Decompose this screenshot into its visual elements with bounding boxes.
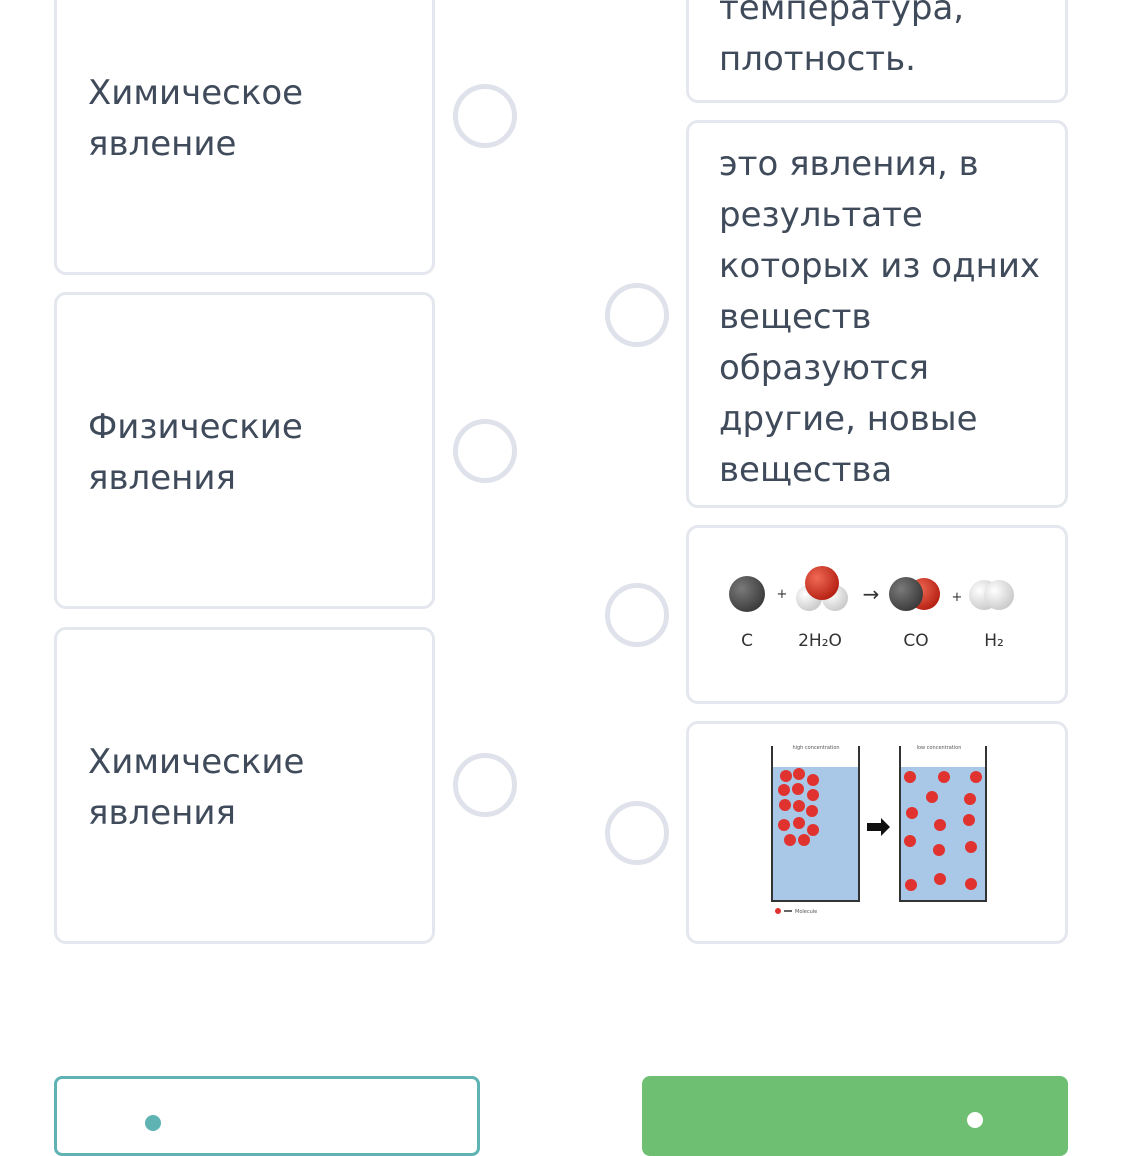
carbon-atom-icon <box>729 576 765 612</box>
match-item-label: Физические явления <box>88 407 303 498</box>
match-item-label: Химическое явление <box>88 73 304 164</box>
match-item-physical-phenomena[interactable]: Физические явления <box>54 292 435 609</box>
match-target-reaction-image[interactable]: + → + C 2H₂O CO H₂ <box>686 525 1068 704</box>
reaction-diagram: + → + C 2H₂O CO H₂ <box>729 566 1014 651</box>
match-target-label: это явления, в результате которых из одн… <box>719 144 1041 490</box>
carbon-atom-icon <box>889 577 923 611</box>
plus-sign-1: + <box>777 587 788 602</box>
match-item-chemical-phenomenon[interactable]: Химическое явление <box>54 0 435 275</box>
label-co: CO <box>903 631 928 651</box>
match-target-diffusion-image[interactable]: high concentration low concentration Mol… <box>686 721 1068 944</box>
match-item-chemical-phenomena[interactable]: Химические явления <box>54 627 435 944</box>
right-radio-1[interactable] <box>605 283 669 347</box>
label-2h2o: 2H₂O <box>798 631 842 651</box>
reaction-arrow: → <box>863 582 880 606</box>
match-item-label: Химические явления <box>88 742 305 833</box>
label-c: C <box>741 631 753 651</box>
left-radio-3[interactable] <box>453 753 517 817</box>
diffusion-diagram: high concentration low concentration Mol… <box>771 745 987 915</box>
left-radio-1[interactable] <box>453 84 517 148</box>
legend-label: Molecule <box>795 909 817 915</box>
primary-action-button[interactable] <box>642 1076 1068 1156</box>
left-radio-2[interactable] <box>453 419 517 483</box>
button-icon <box>967 1112 983 1128</box>
diffusion-arrow-icon <box>867 818 890 836</box>
left-beaker-caption: high concentration <box>792 745 839 751</box>
match-target-definition[interactable]: это явления, в результате которых из одн… <box>686 120 1068 508</box>
legend-molecule-icon <box>775 908 781 914</box>
right-radio-2[interactable] <box>605 583 669 647</box>
button-icon <box>145 1115 161 1131</box>
label-h2: H₂ <box>984 631 1004 651</box>
secondary-action-button[interactable] <box>54 1076 480 1156</box>
plus-sign-2: + <box>952 590 963 605</box>
right-beaker-caption: low concentration <box>917 745 962 751</box>
right-radio-3[interactable] <box>605 801 669 865</box>
oxygen-atom-icon <box>805 566 839 600</box>
hydrogen-atom-icon <box>984 580 1014 610</box>
match-target-properties[interactable]: температура, плотность. <box>686 0 1068 103</box>
match-target-label: температура, плотность. <box>719 0 965 79</box>
